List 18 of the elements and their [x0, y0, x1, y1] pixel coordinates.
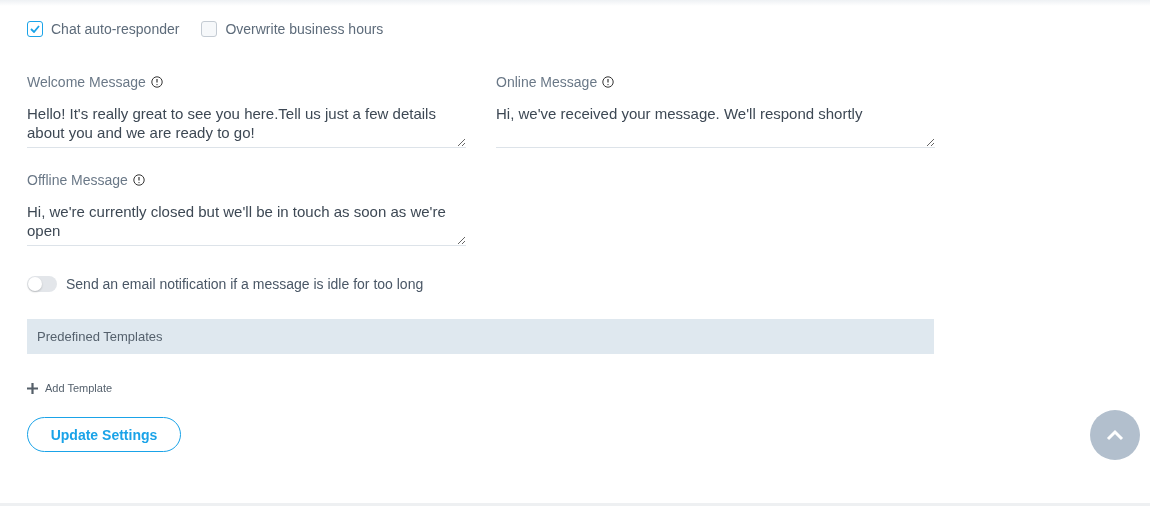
section-header: Predefined Templates [27, 319, 934, 354]
toggle-label: Send an email notification if a message is idle for too long [66, 276, 424, 292]
scroll-to-top-button[interactable] [1090, 410, 1140, 460]
chevron-up-icon [1105, 429, 1125, 441]
info-icon [150, 76, 163, 88]
plus-icon [27, 382, 38, 394]
checkbox[interactable] [27, 21, 43, 37]
add-template-link[interactable]: Add Template [27, 382, 113, 394]
field-label: Welcome Message [27, 74, 146, 90]
field-label: Offline Message [27, 172, 128, 188]
checkbox[interactable] [201, 21, 218, 37]
checkbox-label: Chat auto-responder [51, 21, 180, 37]
info-icon [602, 76, 615, 88]
field-label: Online Message [496, 74, 598, 90]
info-icon [132, 174, 145, 186]
check-icon [30, 25, 40, 33]
checkbox-label: Overwrite business hours [225, 21, 384, 37]
toggle-switch[interactable] [27, 276, 57, 292]
